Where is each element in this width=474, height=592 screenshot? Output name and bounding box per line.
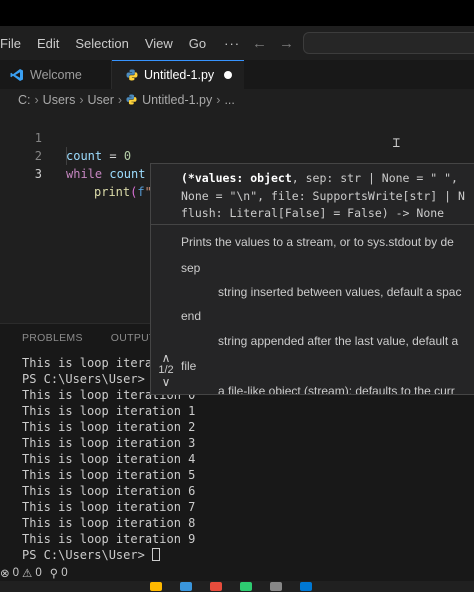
param-desc-sep: string inserted between values, default …	[218, 285, 462, 299]
navigation-arrows: ← →	[252, 26, 294, 60]
back-arrow-icon[interactable]: ←	[252, 35, 267, 52]
signature-active-param: (*values: object	[181, 171, 292, 185]
menu-bar: File Edit Selection View Go ··· ← →	[0, 26, 474, 60]
code-token-fstring-prefix: f	[137, 185, 145, 199]
ports-status[interactable]: ⚲ 0	[50, 566, 68, 580]
terminal-line: This is loop iteration 3	[22, 436, 196, 450]
signature-line-2: None = "\n", file: SupportsWrite[str] | …	[181, 188, 465, 203]
param-name-sep: sep	[181, 261, 201, 275]
chevron-right-icon: ›	[34, 93, 39, 107]
signature-help-popup: (*values: object, sep: str | None = " ",…	[150, 163, 474, 395]
status-bar: ⊗ 0 ⚠ 0 ⚲ 0	[0, 565, 474, 581]
menu-file[interactable]: File	[0, 36, 29, 51]
breadcrumb-file[interactable]: Untitled-1.py	[126, 93, 212, 107]
breadcrumb-users[interactable]: Users	[43, 93, 76, 107]
chevron-right-icon: ›	[117, 93, 123, 107]
app-icon[interactable]	[240, 582, 252, 591]
top-black-bar	[0, 0, 474, 26]
os-taskbar	[0, 581, 474, 592]
code-line-1: 1 count = 0	[0, 111, 474, 163]
breadcrumb-file-label: Untitled-1.py	[142, 93, 213, 107]
terminal-line: This is loop iteration 2	[22, 420, 196, 434]
ports-count: 0	[61, 567, 68, 579]
terminal-line: This is loop iteration 6	[22, 484, 196, 498]
app-icon[interactable]	[180, 582, 192, 591]
tab-untitled-1[interactable]: Untitled-1.py	[112, 60, 244, 89]
param-desc-file: a file-like object (stream); defaults to…	[218, 384, 455, 395]
forward-arrow-icon[interactable]: →	[279, 35, 294, 52]
code-line-2: 2 while count < 5:	[0, 129, 474, 181]
param-name-end: end	[181, 309, 202, 323]
terminal-line: This is loop iteration 4	[22, 452, 196, 466]
signature-text: (*values: object, sep: str | None = " ",…	[181, 170, 465, 223]
terminal-line: This is loop iteration 5	[22, 468, 196, 482]
chrome-icon[interactable]	[210, 582, 222, 591]
overload-navigator: ∧ 1/2 ∨	[151, 352, 181, 388]
terminal-line: This is loop iteration 9	[22, 532, 196, 546]
terminal-prompt: PS C:\Users\User>	[22, 548, 153, 562]
app-icon[interactable]	[270, 582, 282, 591]
warning-count: 0	[35, 567, 42, 579]
python-icon	[126, 69, 138, 81]
error-icon: ⊗	[0, 568, 10, 580]
more-menus-icon[interactable]: ···	[214, 36, 250, 51]
vscode-taskbar-icon[interactable]	[300, 582, 312, 591]
line-number: 3	[34, 167, 42, 181]
vscode-icon	[10, 68, 24, 82]
terminal-line: PS C:\Users\User> &	[22, 372, 160, 386]
breadcrumb-user[interactable]: User	[88, 93, 114, 107]
tab-problems[interactable]: PROBLEMS	[22, 332, 83, 344]
editor-tab-bar: Welcome Untitled-1.py	[0, 60, 474, 89]
chevron-right-icon: ›	[79, 93, 84, 107]
code-token-function: print	[94, 185, 131, 199]
tab-output[interactable]: OUTPUT	[111, 332, 156, 344]
menu-selection[interactable]: Selection	[67, 36, 136, 51]
error-count: 0	[12, 567, 20, 579]
python-icon	[126, 94, 138, 106]
broadcast-icon: ⚲	[49, 568, 59, 580]
command-center-search[interactable]	[303, 32, 474, 54]
tab-welcome-label: Welcome	[30, 67, 82, 82]
terminal-prompt-line[interactable]: PS C:\Users\User>	[22, 547, 161, 563]
chevron-down-icon[interactable]: ∨	[151, 376, 181, 388]
breadcrumb: C: › Users › User › Untitled-1.py › ...	[0, 89, 474, 111]
menu-edit[interactable]: Edit	[29, 36, 67, 51]
terminal-cursor	[152, 548, 161, 561]
popup-divider	[151, 224, 474, 225]
terminal-line: This is loop iteration 7	[22, 500, 196, 514]
menu-go[interactable]: Go	[181, 36, 214, 51]
code-token-keyword: while	[66, 167, 103, 181]
doc-summary: Prints the values to a stream, or to sys…	[181, 235, 454, 249]
terminal-line: This is loop iterat	[22, 356, 160, 370]
signature-line-1-rest: , sep: str | None = " ",	[291, 171, 458, 185]
breadcrumb-symbol[interactable]: ...	[224, 93, 234, 107]
menu-view[interactable]: View	[137, 36, 181, 51]
terminal-line: This is loop iteration 8	[22, 516, 196, 530]
signature-line-3: flush: Literal[False] = False) -> None	[181, 206, 445, 220]
panel-tabs: PROBLEMS OUTPUT	[22, 332, 156, 344]
param-name-file: file	[181, 359, 197, 373]
problems-status[interactable]: ⊗ 0 ⚠ 0	[0, 566, 42, 580]
breadcrumb-drive[interactable]: C:	[18, 93, 31, 107]
file-explorer-icon[interactable]	[150, 582, 162, 591]
unsaved-dot-icon[interactable]	[224, 71, 233, 79]
chevron-right-icon: ›	[216, 93, 221, 107]
tab-untitled-label: Untitled-1.py	[144, 68, 215, 82]
terminal-line: This is loop iteration 1	[22, 404, 196, 418]
warning-icon: ⚠	[22, 568, 33, 580]
mouse-ibeam-icon: Ɪ	[393, 136, 400, 150]
param-desc-end: string appended after the last value, de…	[218, 334, 459, 348]
code-token-variable: count	[102, 167, 146, 181]
tab-welcome[interactable]: Welcome	[0, 60, 112, 89]
chevron-up-icon[interactable]: ∧	[151, 352, 181, 364]
